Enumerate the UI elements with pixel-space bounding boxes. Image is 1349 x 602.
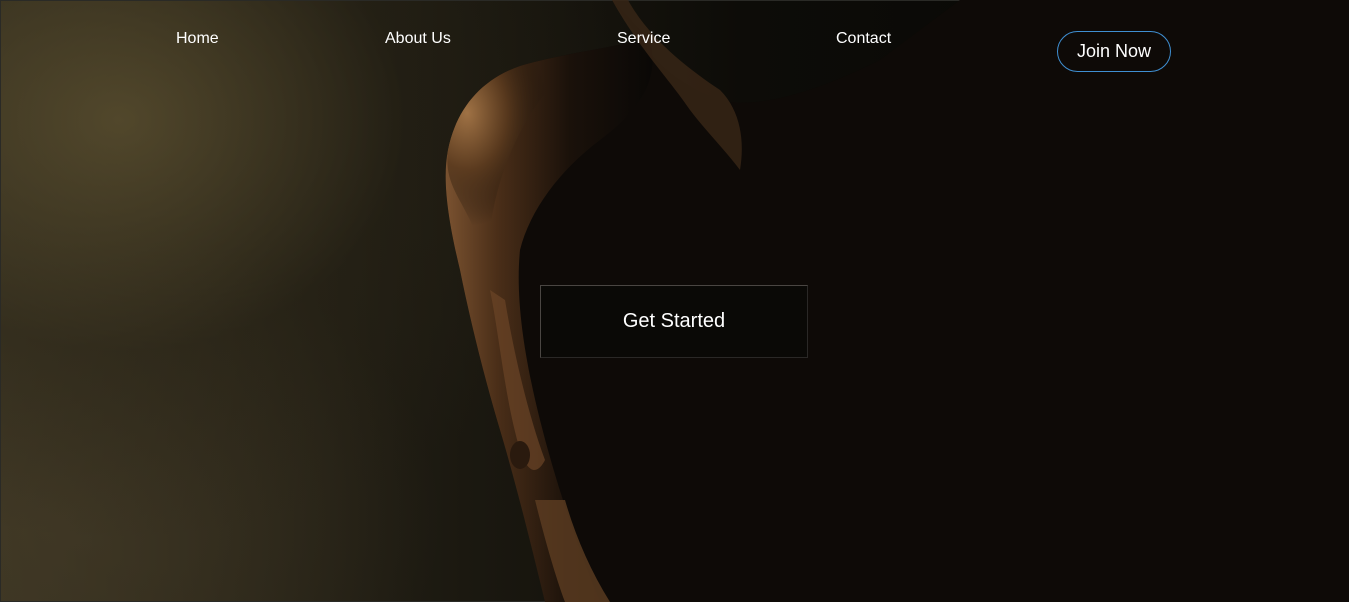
nav-link-service[interactable]: Service [617,30,670,48]
hero-section: Home About Us Service Contact Join Now G… [0,0,1349,602]
join-now-button[interactable]: Join Now [1057,31,1171,72]
nav-link-home[interactable]: Home [176,30,219,48]
get-started-button[interactable]: Get Started [540,285,808,358]
nav-link-contact[interactable]: Contact [836,30,891,48]
nav-link-about-us[interactable]: About Us [385,30,451,48]
